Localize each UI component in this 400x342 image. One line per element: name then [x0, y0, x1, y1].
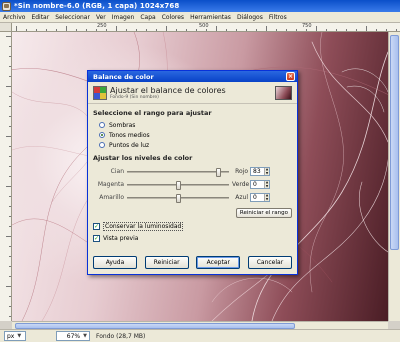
unit-select[interactable]: px ▼	[4, 331, 26, 341]
vertical-ruler[interactable]	[0, 32, 12, 321]
spin-arrows-icon[interactable]: ▲ ▼	[264, 167, 269, 175]
checkbox-checked[interactable]: ✓	[93, 222, 100, 230]
yellow-blue-slider-row: Amarillo Azul 0 ▲ ▼	[93, 191, 292, 204]
window-title: *Sin nombre-6.0 (RGB, 1 capa) 1024x768	[14, 2, 180, 10]
color-balance-icon	[93, 85, 107, 100]
range-section-label: Seleccione el rango para ajustar	[93, 109, 212, 117]
dialog-title: Balance de color	[93, 72, 154, 81]
spin-arrows-icon[interactable]: ▲ ▼	[264, 193, 269, 201]
slider-left-label: Magenta	[97, 181, 124, 188]
preserve-luminosity-row[interactable]: ✓ Conservar la luminosidad	[93, 220, 292, 232]
slider-right-label: Rojo	[235, 168, 248, 175]
reset-button[interactable]: Reiniciar	[144, 256, 189, 269]
zoom-value: 67%	[66, 332, 81, 340]
close-icon[interactable]: ×	[286, 72, 295, 81]
radio-shadows[interactable]: Sombras	[93, 120, 292, 130]
radio-midtones[interactable]: Tonos medios	[93, 130, 292, 140]
chevron-down-icon: ▼	[83, 333, 87, 339]
cyan-red-slider-row: Cian Rojo 83 ▲ ▼	[93, 165, 292, 178]
ruler-label: 500	[199, 23, 209, 29]
menu-editar[interactable]: Editar	[31, 14, 49, 21]
chevron-down-icon: ▼	[17, 333, 22, 339]
menu-capa[interactable]: Capa	[140, 14, 155, 21]
cancel-button-label: Cancelar	[256, 259, 284, 266]
radio-highlights[interactable]: Puntos de luz	[93, 140, 292, 150]
magenta-green-slider-row: Magenta Verde 0 ▲ ▼	[93, 178, 292, 191]
gimp-icon	[2, 1, 11, 11]
menubar: Archivo Editar Seleccionar Ver Imagen Ca…	[0, 12, 400, 23]
horizontal-ruler[interactable]: 250 500 750	[12, 23, 400, 32]
slider-left-label: Amarillo	[99, 194, 124, 201]
magenta-green-slider[interactable]	[127, 180, 229, 190]
slider-handle[interactable]	[176, 180, 181, 190]
cancel-button[interactable]: Cancelar	[247, 256, 292, 269]
preview-row[interactable]: ✓ Vista previa	[93, 232, 292, 244]
ok-button-label: Aceptar	[206, 259, 230, 266]
menu-ver[interactable]: Ver	[96, 14, 106, 21]
dialog-button-row: Ayuda Reiniciar Aceptar Cancelar	[93, 256, 292, 269]
vertical-scrollbar[interactable]	[388, 32, 400, 321]
checkbox-label: Vista previa	[103, 234, 139, 242]
checkbox-label: Conservar la luminosidad	[103, 221, 184, 231]
ruler-corner[interactable]	[0, 23, 12, 32]
radio-label: Tonos medios	[109, 131, 150, 139]
radio-label: Sombras	[109, 121, 136, 129]
slider-handle[interactable]	[176, 193, 181, 203]
slider-right-label: Verde	[232, 181, 250, 188]
slider-handle[interactable]	[216, 167, 221, 177]
reset-range-label: Reiniciar el rango	[239, 210, 288, 216]
statusbar: px ▼ 67% ▼ Fondo (28,7 MB)	[0, 329, 400, 342]
menu-imagen[interactable]: Imagen	[112, 14, 135, 21]
status-info: Fondo (28,7 MB)	[96, 332, 146, 340]
menu-dialogos[interactable]: Diálogos	[237, 14, 263, 21]
radio-button[interactable]	[99, 142, 105, 148]
cyan-red-spinbox[interactable]: 83 ▲ ▼	[250, 167, 270, 176]
vertical-scroll-thumb[interactable]	[390, 35, 399, 250]
yellow-blue-slider[interactable]	[127, 193, 229, 203]
layer-thumbnail	[275, 85, 292, 100]
levels-section-label: Ajustar los niveles de color	[93, 154, 193, 162]
radio-label: Puntos de luz	[109, 141, 150, 149]
reset-button-label: Reiniciar	[153, 259, 180, 266]
dialog-subheading: Fondo-9 (Sin nombre)	[110, 94, 159, 100]
spin-arrows-icon[interactable]: ▲ ▼	[264, 180, 269, 188]
radio-button[interactable]	[99, 122, 105, 128]
help-button-label: Ayuda	[105, 259, 125, 266]
menu-herramientas[interactable]: Herramientas	[190, 14, 231, 21]
slider-left-label: Cian	[110, 168, 124, 175]
menu-filtros[interactable]: Filtros	[269, 14, 287, 21]
zoom-select[interactable]: 67% ▼	[56, 331, 90, 341]
dialog-heading: Ajustar el balance de colores	[110, 85, 226, 95]
yellow-blue-spinbox[interactable]: 0 ▲ ▼	[250, 193, 270, 202]
unit-value: px	[7, 332, 15, 340]
dialog-titlebar[interactable]: Balance de color ×	[88, 71, 297, 82]
spinbox-value: 0	[253, 181, 257, 188]
window-titlebar: *Sin nombre-6.0 (RGB, 1 capa) 1024x768	[0, 0, 400, 12]
ok-button[interactable]: Aceptar	[196, 256, 241, 269]
cyan-red-slider[interactable]	[127, 167, 229, 177]
horizontal-scrollbar[interactable]	[12, 321, 388, 329]
menu-archivo[interactable]: Archivo	[3, 14, 25, 21]
radio-button-selected[interactable]	[99, 132, 105, 138]
magenta-green-spinbox[interactable]: 0 ▲ ▼	[250, 180, 270, 189]
checkbox-checked[interactable]: ✓	[93, 234, 100, 242]
menu-seleccionar[interactable]: Seleccionar	[55, 14, 90, 21]
color-balance-dialog: Balance de color × Ajustar el balance de…	[87, 70, 298, 275]
spinbox-value: 83	[253, 168, 261, 175]
help-button[interactable]: Ayuda	[93, 256, 137, 269]
spinbox-value: 0	[253, 194, 257, 201]
dialog-header: Ajustar el balance de colores Fondo-9 (S…	[88, 82, 297, 104]
menu-colores[interactable]: Colores	[162, 14, 184, 21]
reset-range-button[interactable]: Reiniciar el rango	[235, 208, 292, 218]
slider-right-label: Azul	[235, 194, 248, 201]
